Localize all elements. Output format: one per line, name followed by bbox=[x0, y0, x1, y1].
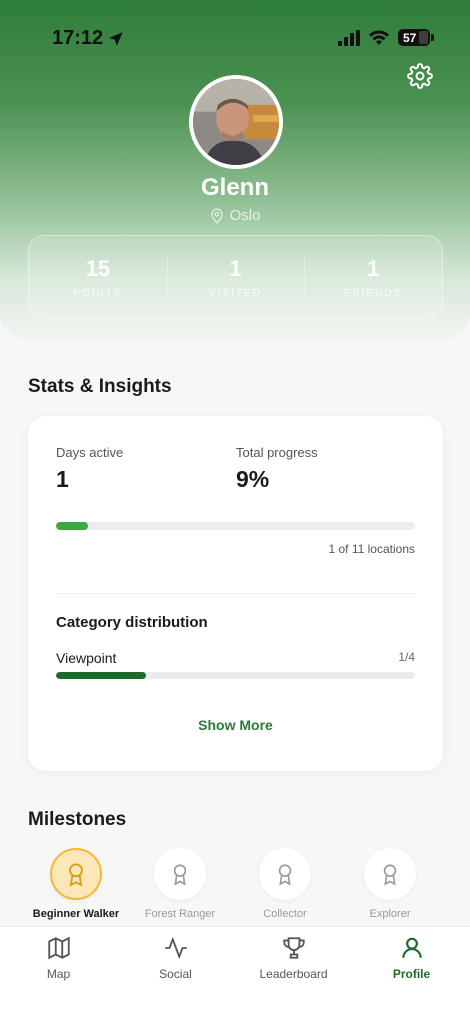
trophy-icon bbox=[282, 937, 305, 959]
category-count: 1/4 bbox=[398, 650, 415, 664]
category-progress-fill bbox=[56, 672, 146, 679]
milestone-badge bbox=[50, 848, 102, 900]
stat-label: VISITED bbox=[209, 288, 262, 299]
award-icon bbox=[383, 864, 397, 886]
status-icons: 57 bbox=[338, 29, 434, 46]
clock-text: 17:12 bbox=[52, 27, 104, 49]
progress-caption: 1 of 11 locations bbox=[328, 542, 415, 556]
days-active-value: 1 bbox=[56, 466, 69, 492]
tab-profile[interactable]: Profile bbox=[353, 935, 470, 981]
stat-value: 1 bbox=[367, 256, 380, 281]
milestone-label: Explorer bbox=[369, 908, 411, 920]
stat-value: 15 bbox=[85, 256, 111, 281]
stat-points[interactable]: 15 POINTS bbox=[29, 236, 167, 318]
total-progress-value: 9% bbox=[236, 466, 270, 492]
map-icon bbox=[47, 936, 70, 960]
map-pin-icon bbox=[210, 208, 223, 224]
cellular-signal-icon bbox=[338, 29, 360, 46]
settings-button[interactable] bbox=[406, 62, 434, 90]
milestone-label: Forest Ranger bbox=[144, 908, 216, 920]
category-distribution-title: Category distribution bbox=[56, 614, 208, 631]
milestones-row: Beginner Walker Forest Ranger Collector … bbox=[28, 848, 443, 928]
stat-visited[interactable]: 1 VISITED bbox=[166, 236, 305, 318]
category-name: Viewpoint bbox=[56, 650, 117, 666]
milestone-item[interactable]: Beginner Walker bbox=[24, 848, 128, 920]
days-active-label: Days active bbox=[56, 445, 124, 460]
award-icon bbox=[278, 864, 292, 886]
status-time: 17:12 bbox=[52, 27, 125, 50]
tab-label: Map bbox=[46, 967, 71, 981]
stats-insights-card: Days active 1 Total progress 9% 1 of 11 … bbox=[28, 416, 443, 771]
tab-label: Profile bbox=[392, 967, 431, 981]
location-arrow-icon bbox=[109, 31, 123, 46]
tab-map[interactable]: Map bbox=[0, 935, 117, 981]
location-label: Oslo bbox=[229, 207, 261, 224]
stat-friends[interactable]: 1 FRIENDS bbox=[304, 236, 442, 318]
avatar-photo bbox=[193, 79, 279, 165]
milestone-badge bbox=[154, 848, 206, 900]
milestone-label: Collector bbox=[263, 908, 307, 920]
profile-location: Oslo bbox=[0, 207, 470, 224]
person-icon bbox=[401, 937, 422, 958]
total-progress-fill bbox=[56, 522, 89, 530]
total-progress-label: Total progress bbox=[236, 445, 318, 460]
milestone-badge bbox=[259, 848, 311, 900]
tab-social[interactable]: Social bbox=[117, 935, 234, 981]
tab-label: Social bbox=[159, 967, 192, 981]
avatar[interactable] bbox=[189, 75, 283, 169]
stat-label: POINTS bbox=[73, 288, 123, 299]
milestone-item[interactable]: Forest Ranger bbox=[128, 848, 232, 920]
profile-stats-card: 15 POINTS 1 VISITED 1 FRIENDS bbox=[28, 235, 443, 319]
milestone-badge bbox=[364, 848, 416, 900]
award-icon bbox=[69, 863, 83, 887]
tab-label: Leaderboard bbox=[259, 967, 328, 981]
milestone-item[interactable]: Collector bbox=[233, 848, 337, 920]
status-bar: 17:12 57 bbox=[0, 0, 470, 76]
profile-name: Glenn bbox=[200, 174, 269, 201]
award-icon bbox=[173, 864, 187, 886]
milestones-title: Milestones bbox=[28, 809, 127, 830]
wifi-icon bbox=[369, 30, 389, 45]
activity-icon bbox=[164, 936, 187, 960]
stats-insights-title: Stats & Insights bbox=[28, 376, 172, 397]
stat-label: FRIENDS bbox=[344, 288, 403, 299]
stat-value: 1 bbox=[229, 256, 242, 281]
bottom-tab-bar: Map Social Leaderboard Profile bbox=[0, 926, 470, 1024]
milestone-label: Beginner Walker bbox=[32, 908, 120, 920]
battery-level: 57 bbox=[403, 30, 417, 45]
gear-icon bbox=[407, 63, 433, 89]
milestone-item[interactable]: Explorer bbox=[338, 848, 442, 920]
show-more-button[interactable]: Show More bbox=[28, 717, 443, 733]
category-progress-bar bbox=[56, 672, 415, 679]
divider bbox=[56, 593, 415, 594]
battery-icon: 57 bbox=[398, 29, 434, 46]
total-progress-bar bbox=[56, 522, 415, 530]
tab-leaderboard[interactable]: Leaderboard bbox=[235, 935, 352, 981]
